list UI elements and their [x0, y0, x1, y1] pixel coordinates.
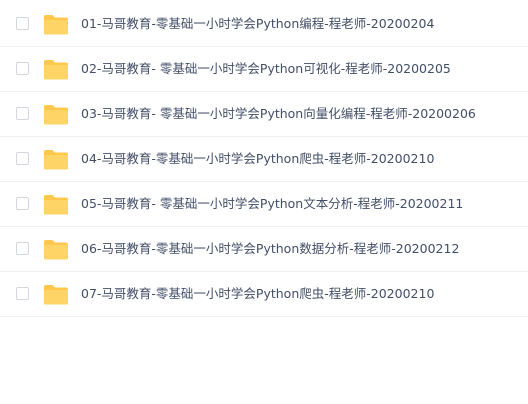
file-name[interactable]: 05-马哥教育- 零基础一小时学会Python文本分析-程老师-20200211 — [81, 195, 463, 213]
file-name[interactable]: 01-马哥教育-零基础一小时学会Python编程-程老师-20200204 — [81, 15, 434, 33]
select-checkbox[interactable] — [16, 17, 29, 30]
file-list: 01-马哥教育-零基础一小时学会Python编程-程老师-20200204 02… — [0, 2, 528, 317]
select-checkbox[interactable] — [16, 197, 29, 210]
select-checkbox[interactable] — [16, 62, 29, 75]
file-name[interactable]: 07-马哥教育-零基础一小时学会Python爬虫-程老师-20200210 — [81, 285, 434, 303]
file-row[interactable]: 02-马哥教育- 零基础一小时学会Python可视化-程老师-20200205 — [0, 47, 528, 92]
select-checkbox[interactable] — [16, 107, 29, 120]
file-row[interactable]: 04-马哥教育-零基础一小时学会Python爬虫-程老师-20200210 — [0, 137, 528, 182]
file-name[interactable]: 03-马哥教育- 零基础一小时学会Python向量化编程-程老师-2020020… — [81, 105, 476, 123]
folder-icon — [44, 105, 68, 125]
select-checkbox[interactable] — [16, 242, 29, 255]
folder-icon — [44, 60, 68, 80]
folder-icon — [44, 15, 68, 35]
file-name[interactable]: 06-马哥教育-零基础一小时学会Python数据分析-程老师-20200212 — [81, 240, 459, 258]
file-row[interactable]: 01-马哥教育-零基础一小时学会Python编程-程老师-20200204 — [0, 2, 528, 47]
folder-icon — [44, 195, 68, 215]
file-row[interactable]: 06-马哥教育-零基础一小时学会Python数据分析-程老师-20200212 — [0, 227, 528, 272]
file-name[interactable]: 04-马哥教育-零基础一小时学会Python爬虫-程老师-20200210 — [81, 150, 434, 168]
file-name[interactable]: 02-马哥教育- 零基础一小时学会Python可视化-程老师-20200205 — [81, 60, 451, 78]
folder-icon — [44, 150, 68, 170]
file-row[interactable]: 03-马哥教育- 零基础一小时学会Python向量化编程-程老师-2020020… — [0, 92, 528, 137]
file-row[interactable]: 07-马哥教育-零基础一小时学会Python爬虫-程老师-20200210 — [0, 272, 528, 317]
select-checkbox[interactable] — [16, 287, 29, 300]
folder-icon — [44, 285, 68, 305]
select-checkbox[interactable] — [16, 152, 29, 165]
folder-icon — [44, 240, 68, 260]
file-row[interactable]: 05-马哥教育- 零基础一小时学会Python文本分析-程老师-20200211 — [0, 182, 528, 227]
